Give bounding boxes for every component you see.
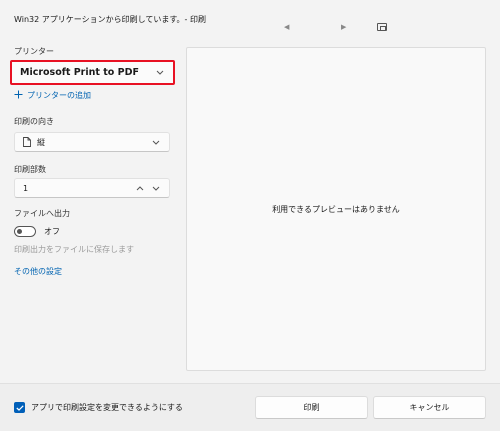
- app-settings-checkbox-label: アプリで印刷設定を変更できるようにする: [31, 403, 183, 412]
- page-icon: [23, 137, 31, 147]
- file-output-toggle-row: オフ: [14, 226, 60, 237]
- app-settings-checkbox-row[interactable]: アプリで印刷設定を変更できるようにする: [14, 402, 183, 413]
- toggle-state-label: オフ: [44, 227, 60, 236]
- cancel-button[interactable]: キャンセル: [373, 396, 486, 419]
- file-output-hint: 印刷出力をファイルに保存します: [14, 245, 134, 254]
- file-output-label: ファイルへ出力: [14, 209, 70, 218]
- previous-page-icon[interactable]: ◀: [284, 23, 289, 31]
- next-page-icon[interactable]: ▶: [341, 23, 346, 31]
- toggle-knob: [17, 229, 22, 234]
- copies-value[interactable]: 1: [15, 184, 133, 193]
- add-printer-link[interactable]: プリンターの追加: [14, 90, 91, 101]
- fit-to-window-icon[interactable]: [377, 23, 387, 31]
- checkmark-icon: [15, 404, 24, 411]
- printer-dropdown-value: Microsoft Print to PDF: [20, 67, 139, 78]
- orientation-value: 縦: [37, 137, 45, 147]
- window-title: Win32 アプリケーションから印刷しています。- 印刷: [14, 15, 206, 24]
- file-output-toggle[interactable]: [14, 226, 36, 237]
- printer-dropdown[interactable]: Microsoft Print to PDF: [10, 60, 175, 85]
- copies-stepper[interactable]: 1: [14, 178, 170, 198]
- chevron-down-icon: [149, 135, 163, 149]
- chevron-up-icon[interactable]: [133, 181, 147, 195]
- printer-label: プリンター: [14, 47, 54, 56]
- plus-icon: [14, 90, 23, 101]
- other-settings-link[interactable]: その他の設定: [14, 266, 62, 277]
- preview-pane: 利用できるプレビューはありません: [186, 47, 486, 371]
- add-printer-label: プリンターの追加: [27, 91, 91, 100]
- copies-label: 印刷部数: [14, 165, 46, 174]
- footer-bar: アプリで印刷設定を変更できるようにする 印刷 キャンセル: [0, 383, 500, 431]
- print-dialog: Win32 アプリケーションから印刷しています。- 印刷 プリンター Micro…: [0, 0, 500, 431]
- chevron-down-icon: [153, 66, 167, 80]
- chevron-down-icon[interactable]: [149, 181, 163, 195]
- print-button[interactable]: 印刷: [255, 396, 368, 419]
- preview-message: 利用できるプレビューはありません: [272, 204, 400, 214]
- app-settings-checkbox[interactable]: [14, 402, 25, 413]
- orientation-label: 印刷の向き: [14, 117, 54, 126]
- orientation-dropdown[interactable]: 縦: [14, 132, 170, 152]
